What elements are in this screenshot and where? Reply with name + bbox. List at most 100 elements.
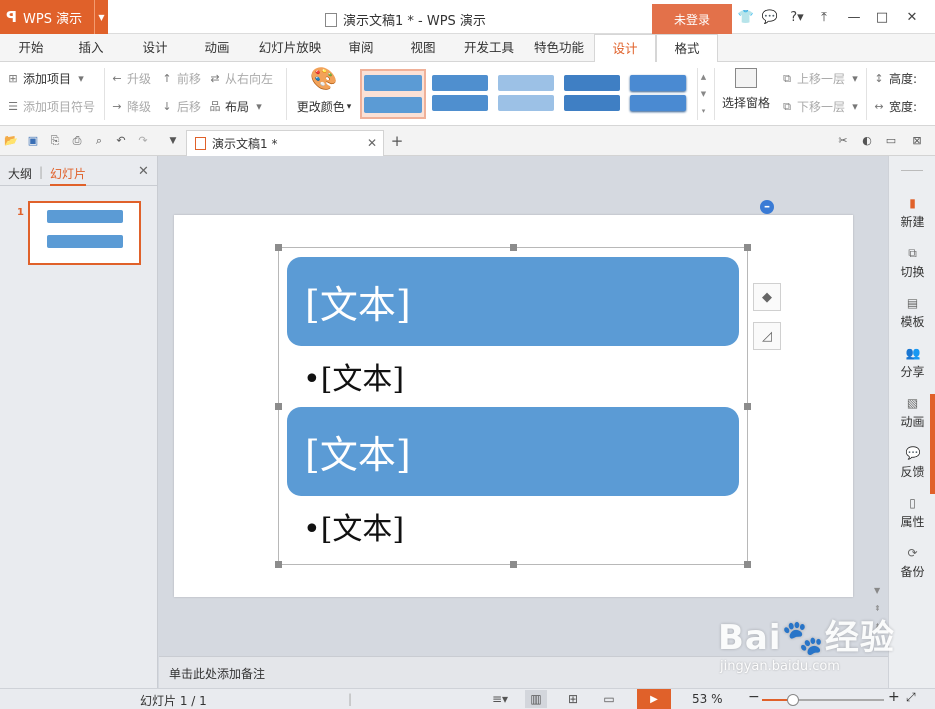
page-up-icon[interactable]: ⇞ xyxy=(874,604,881,613)
style-option-1[interactable] xyxy=(360,69,426,119)
tab-insert[interactable]: 插入 xyxy=(70,34,112,62)
tab-view[interactable]: 视图 xyxy=(402,34,444,62)
layout-button[interactable]: 品布局 ▾ xyxy=(208,98,266,115)
tool-icon[interactable]: ✂ xyxy=(836,134,850,148)
normal-view-icon[interactable]: ▥ xyxy=(525,690,547,708)
restore-icon[interactable]: ▭ xyxy=(884,134,898,148)
zoom-level[interactable]: 53 % xyxy=(692,692,723,706)
upload-icon[interactable]: ⤒ xyxy=(814,8,834,26)
resize-handle[interactable] xyxy=(275,244,282,251)
redo-icon[interactable]: ↷ xyxy=(136,134,150,148)
maximize-icon[interactable]: □ xyxy=(872,8,892,26)
resize-handle[interactable] xyxy=(744,403,751,410)
collapse-icon[interactable]: – xyxy=(760,200,774,214)
smartart-selection[interactable]: [文本] •[文本] [文本] •[文本] xyxy=(275,244,751,568)
style-option-4[interactable] xyxy=(562,71,622,115)
sidebar-item-backup[interactable]: ⟳ 备份 xyxy=(889,546,935,580)
sidebar-item-switch[interactable]: ⧉ 切换 xyxy=(889,246,935,280)
message-icon[interactable]: 💬 xyxy=(760,8,780,26)
skin-icon[interactable]: 👕 xyxy=(736,8,756,26)
zoom-in-icon[interactable]: + xyxy=(888,689,900,705)
slide-thumbnail[interactable] xyxy=(28,201,141,265)
sidebar-item-share[interactable]: 👥 分享 xyxy=(889,346,935,380)
slide-sorter-icon[interactable]: ⊞ xyxy=(562,690,584,708)
move-down-button[interactable]: ↓ 后移 xyxy=(160,98,201,115)
tab-features[interactable]: 特色功能 xyxy=(532,34,586,62)
open-icon[interactable]: 📂 xyxy=(4,134,18,148)
bring-forward-button[interactable]: ⧉ 上移一层 ▾ xyxy=(780,70,862,87)
save-icon[interactable]: ▣ xyxy=(26,134,40,148)
tab-outline[interactable]: 大纲 xyxy=(8,165,32,182)
zoom-out-icon[interactable]: − xyxy=(748,689,760,705)
wps-menu-button[interactable]: ꟼ WPS 演示 ▼ xyxy=(0,0,108,34)
change-colors-button[interactable]: 🎨 更改颜色 ▾ xyxy=(292,68,356,115)
reading-view-icon[interactable]: ▭ xyxy=(598,690,620,708)
style-option-2[interactable] xyxy=(430,71,490,115)
resize-handle[interactable] xyxy=(275,561,282,568)
close-doc-icon[interactable]: ⊠ xyxy=(910,134,924,148)
move-up-button[interactable]: ↑ 前移 xyxy=(160,70,201,87)
sidebar-item-animation[interactable]: ▧ 动画 xyxy=(889,396,935,430)
text-shape-1[interactable]: [文本] xyxy=(287,257,739,346)
scroll-down-icon[interactable]: ▼ xyxy=(874,586,880,595)
zoom-slider[interactable] xyxy=(762,694,884,706)
login-button[interactable]: 未登录 xyxy=(652,4,732,34)
print-icon[interactable]: ⎙ xyxy=(70,134,84,148)
demote-button[interactable]: → 降级 xyxy=(110,98,151,115)
sidebar-item-properties[interactable]: ▯ 属性 xyxy=(889,496,935,530)
gallery-scroll[interactable]: ▲ ▼ ▾ xyxy=(697,68,709,120)
close-icon[interactable]: ✕ xyxy=(902,8,922,26)
width-field[interactable]: ↔ 宽度: xyxy=(872,98,917,115)
tab-design[interactable]: 设计 xyxy=(134,34,176,62)
tab-slideshow[interactable]: 幻灯片放映 xyxy=(256,34,324,62)
notes-pane[interactable]: 单击此处添加备注 xyxy=(159,656,888,688)
minimize-icon[interactable]: — xyxy=(844,8,864,26)
add-item-button[interactable]: ⊞ 添加项目 ▾ xyxy=(6,70,88,87)
resize-handle[interactable] xyxy=(744,244,751,251)
close-panel-icon[interactable]: ✕ xyxy=(138,164,149,179)
notes-toggle-icon[interactable]: ≡▾ xyxy=(486,690,514,708)
undo-icon[interactable]: ↶ xyxy=(114,134,128,148)
tab-home[interactable]: 开始 xyxy=(10,34,52,62)
selection-pane-button[interactable]: 选择窗格 xyxy=(722,68,770,111)
tab-review[interactable]: 审阅 xyxy=(340,34,382,62)
help-icon[interactable]: ?▾ xyxy=(784,8,810,26)
fit-window-icon[interactable]: ⤢ xyxy=(906,690,916,705)
add-bullet-button[interactable]: ☰ 添加项目符号 xyxy=(6,98,95,115)
info-icon[interactable]: ◐ xyxy=(860,134,874,148)
tab-animation[interactable]: 动画 xyxy=(196,34,238,62)
bullet-text-1[interactable]: •[文本] xyxy=(303,354,404,398)
resize-handle[interactable] xyxy=(510,244,517,251)
promote-button[interactable]: ← 升级 xyxy=(110,70,151,87)
gallery-expand-icon[interactable]: ▾ xyxy=(702,107,706,115)
document-tab[interactable]: 演示文稿1 * ✕ xyxy=(186,130,384,156)
style-option-5[interactable] xyxy=(628,71,688,115)
vertical-scrollbar[interactable]: ▼ ⇞ ⇟ xyxy=(870,156,888,656)
sidebar-item-feedback[interactable]: 💬 反馈 xyxy=(889,446,935,480)
sidebar-item-new[interactable]: ▮ 新建 xyxy=(889,196,935,230)
right-to-left-button[interactable]: ⇄ 从右向左 xyxy=(208,70,273,87)
sidebar-grip[interactable] xyxy=(930,394,935,494)
slide[interactable]: [文本] •[文本] [文本] •[文本] xyxy=(174,215,853,597)
tab-slides[interactable]: 幻灯片 xyxy=(50,165,87,186)
chevron-down-icon[interactable]: ▼ xyxy=(166,134,180,148)
bullet-text-2[interactable]: •[文本] xyxy=(303,504,404,548)
close-tab-icon[interactable]: ✕ xyxy=(367,136,377,150)
new-tab-icon[interactable]: + xyxy=(390,134,404,149)
height-field[interactable]: ↕ 高度: xyxy=(872,70,917,87)
tab-smartart-design[interactable]: 设计 xyxy=(594,34,656,63)
send-backward-button[interactable]: ⧉ 下移一层 ▾ xyxy=(780,98,862,115)
play-slideshow-button[interactable]: ▶ xyxy=(637,689,671,709)
text-shape-2[interactable]: [文本] xyxy=(287,407,739,496)
outline-style-icon[interactable]: ◿ xyxy=(753,322,781,350)
export-pdf-icon[interactable]: ⎘ xyxy=(48,134,62,148)
resize-handle[interactable] xyxy=(275,403,282,410)
tab-format[interactable]: 格式 xyxy=(656,34,718,63)
sidebar-item-template[interactable]: ▤ 模板 xyxy=(889,296,935,330)
fill-style-icon[interactable]: ◆ xyxy=(753,283,781,311)
page-down-icon[interactable]: ⇟ xyxy=(874,622,881,631)
zoom-slider-knob[interactable] xyxy=(786,694,799,706)
resize-handle[interactable] xyxy=(744,561,751,568)
style-option-3[interactable] xyxy=(496,71,556,115)
print-preview-icon[interactable]: ⌕ xyxy=(92,134,106,148)
